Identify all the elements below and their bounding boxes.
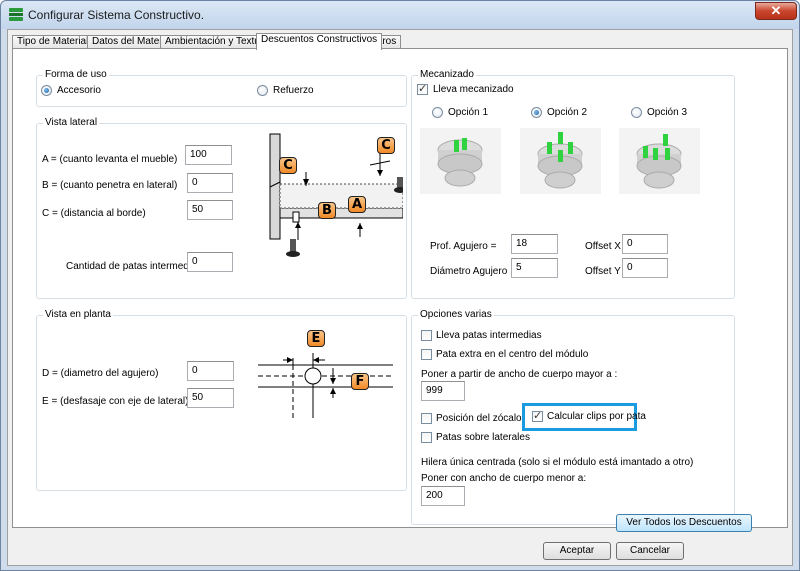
checkbox-calcular-clips[interactable] bbox=[532, 409, 543, 422]
group-title-vista-lateral: Vista lateral bbox=[43, 117, 100, 128]
thumbnail-opcion-3[interactable] bbox=[619, 128, 700, 194]
peg-diagram-opcion-3 bbox=[636, 134, 682, 189]
group-title-forma-de-uso: Forma de uso bbox=[43, 69, 109, 80]
label-offset-x: Offset X bbox=[585, 241, 621, 252]
checkbox-label-posicion-zocalo[interactable]: Posición del zócalo bbox=[436, 413, 522, 424]
input-d[interactable]: 0 bbox=[187, 361, 234, 381]
checkbox-posicion-zocalo[interactable] bbox=[421, 413, 432, 424]
label-diametro-agujero: Diámetro Agujero bbox=[430, 266, 508, 277]
input-a[interactable]: 100 bbox=[185, 145, 232, 165]
label-offset-y: Offset Y bbox=[585, 266, 621, 277]
checkbox-label-lleva-patas-intermedias[interactable]: Lleva patas intermedias bbox=[436, 330, 542, 341]
label-poner-mayor: Poner a partir de ancho de cuerpo mayor … bbox=[421, 369, 618, 380]
peg-diagram-opcion-1 bbox=[437, 138, 483, 187]
close-button[interactable]: ✕ bbox=[755, 2, 797, 20]
checkbox-patas-sobre-laterales[interactable] bbox=[421, 432, 432, 443]
label-patas-intermedias: Cantidad de patas intermedias bbox=[66, 261, 202, 272]
ver-todos-descuentos-button[interactable]: Ver Todos los Descuentos bbox=[616, 514, 752, 532]
thumbnail-opcion-2[interactable] bbox=[520, 128, 601, 194]
radio-opcion-1[interactable] bbox=[432, 107, 443, 118]
input-offset-x[interactable]: 0 bbox=[622, 234, 668, 254]
group-title-opciones-varias: Opciones varias bbox=[418, 309, 494, 320]
checkbox-lleva-mecanizado[interactable] bbox=[417, 82, 428, 95]
badge-c-right: C bbox=[377, 137, 395, 154]
input-prof-agujero[interactable]: 18 bbox=[511, 234, 558, 254]
diagram-vista-planta bbox=[258, 353, 393, 418]
group-forma-de-uso: Forma de uso Accesorio Refuerzo bbox=[36, 69, 407, 107]
radio-label-opcion-1[interactable]: Opción 1 bbox=[448, 107, 488, 118]
radio-refuerzo[interactable] bbox=[257, 85, 268, 96]
input-patas-intermedias[interactable]: 0 bbox=[187, 252, 233, 272]
group-opciones-varias: Opciones varias Lleva patas intermedias … bbox=[411, 309, 735, 525]
radio-label-refuerzo[interactable]: Refuerzo bbox=[273, 85, 314, 96]
checkbox-lleva-patas-intermedias[interactable] bbox=[421, 330, 432, 341]
checkbox-label-pata-extra[interactable]: Pata extra en el centro del módulo bbox=[436, 349, 588, 360]
group-mecanizado: Mecanizado Lleva mecanizado Opción 1 Opc… bbox=[411, 69, 735, 299]
radio-label-accesorio[interactable]: Accesorio bbox=[57, 85, 101, 96]
aceptar-button[interactable]: Aceptar bbox=[543, 542, 611, 560]
checkbox-pata-extra[interactable] bbox=[421, 349, 432, 360]
badge-e: E bbox=[307, 330, 325, 347]
thumbnail-opcion-1[interactable] bbox=[420, 128, 501, 194]
checkbox-label-calcular-clips[interactable]: Calcular clips por pata bbox=[547, 411, 646, 422]
input-poner-menor[interactable]: 200 bbox=[421, 486, 465, 506]
badge-f: F bbox=[351, 373, 369, 390]
badge-c-left: C bbox=[279, 157, 297, 174]
group-title-mecanizado: Mecanizado bbox=[418, 69, 476, 80]
tab-tipo-material[interactable]: Tipo de Material bbox=[12, 35, 94, 49]
label-poner-menor: Poner con ancho de cuerpo menor a: bbox=[421, 473, 587, 484]
input-diametro-agujero[interactable]: 5 bbox=[511, 258, 558, 278]
input-b[interactable]: 0 bbox=[187, 173, 233, 193]
radio-opcion-3[interactable] bbox=[631, 107, 642, 118]
label-prof-agujero: Prof. Agujero = bbox=[430, 241, 497, 252]
group-vista-planta: Vista en planta D = (diametro del agujer… bbox=[36, 309, 407, 491]
radio-opcion-2[interactable] bbox=[531, 107, 542, 118]
group-vista-lateral: Vista lateral A = (cuanto levanta el mue… bbox=[36, 117, 407, 299]
badge-a: A bbox=[348, 196, 366, 213]
dialog-client: Tipo de Material Datos del Material Ambi… bbox=[7, 29, 793, 566]
label-a: A = (cuanto levanta el mueble) bbox=[42, 154, 178, 165]
label-hilera-unica: Hilera única centrada (solo si el módulo… bbox=[421, 457, 694, 468]
tab-panel-descuentos: Forma de uso Accesorio Refuerzo Vista la… bbox=[12, 48, 788, 528]
peg-diagram-opcion-2 bbox=[537, 132, 583, 189]
label-c: C = (distancia al borde) bbox=[42, 208, 146, 219]
label-b: B = (cuanto penetra en lateral) bbox=[42, 180, 178, 191]
radio-label-opcion-2[interactable]: Opción 2 bbox=[547, 107, 587, 118]
checkbox-label-lleva-mecanizado[interactable]: Lleva mecanizado bbox=[433, 84, 514, 95]
label-e: E = (desfasaje con eje de lateral) bbox=[42, 396, 189, 407]
badge-b: B bbox=[318, 202, 336, 219]
radio-label-opcion-3[interactable]: Opción 3 bbox=[647, 107, 687, 118]
window-title: Configurar Sistema Constructivo. bbox=[28, 8, 205, 22]
app-icon bbox=[9, 8, 23, 21]
label-d: D = (diametro del agujero) bbox=[42, 368, 159, 379]
group-title-vista-planta: Vista en planta bbox=[43, 309, 113, 320]
checkbox-label-patas-sobre-laterales[interactable]: Patas sobre laterales bbox=[436, 432, 530, 443]
close-icon: ✕ bbox=[770, 3, 782, 18]
dialog-window: Configurar Sistema Constructivo. ✕ Tipo … bbox=[0, 0, 800, 571]
input-offset-y[interactable]: 0 bbox=[622, 258, 668, 278]
input-e[interactable]: 50 bbox=[187, 388, 234, 408]
cancelar-button[interactable]: Cancelar bbox=[616, 542, 684, 560]
input-c[interactable]: 50 bbox=[187, 200, 233, 220]
title-bar[interactable]: Configurar Sistema Constructivo. ✕ bbox=[1, 1, 799, 29]
tab-descuentos-constructivos[interactable]: Descuentos Constructivos bbox=[256, 33, 383, 50]
radio-accesorio[interactable] bbox=[41, 85, 52, 96]
input-poner-mayor[interactable]: 999 bbox=[421, 381, 465, 401]
